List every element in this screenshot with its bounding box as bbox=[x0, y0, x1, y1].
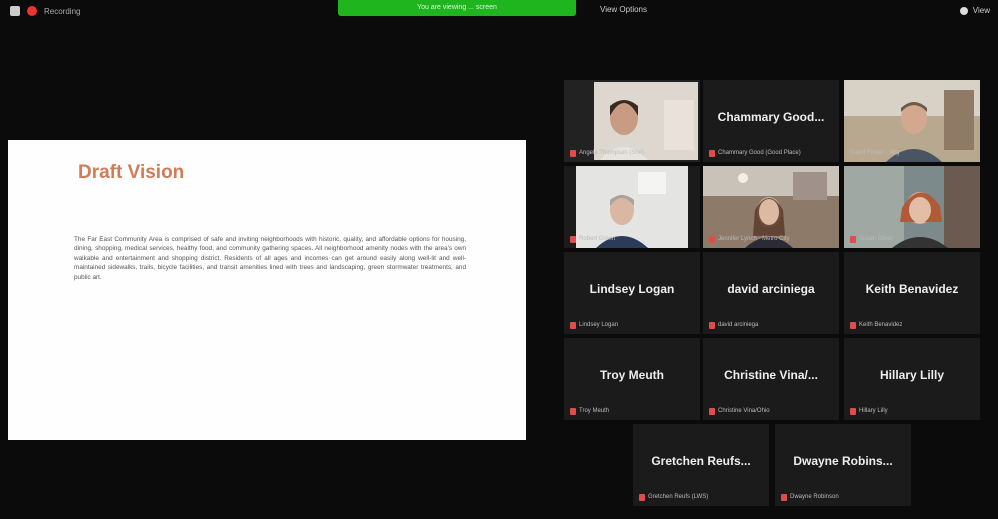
participant-tile[interactable]: Christine Vina/... Christine Vina/Ohio bbox=[703, 338, 839, 420]
recording-label: Recording bbox=[44, 6, 81, 16]
muted-mic-icon bbox=[570, 149, 576, 157]
participant-name: Christine Vina/... bbox=[724, 368, 818, 382]
participant-caption: Jennifer Lynch · Metro City bbox=[709, 234, 789, 244]
participant-tile[interactable]: Susan Oliver bbox=[844, 166, 980, 248]
participant-caption: Robert Green bbox=[570, 234, 615, 244]
participant-tile[interactable]: Keith Benavidez Keith Benavidez bbox=[844, 252, 980, 334]
participant-caption: Susan Oliver bbox=[850, 234, 893, 244]
muted-mic-icon bbox=[850, 321, 856, 329]
participant-tile[interactable]: Robert Green bbox=[564, 166, 700, 248]
screen-share-banner: You are viewing ... screen bbox=[338, 0, 576, 16]
participant-name: Chammary Good... bbox=[717, 110, 825, 124]
muted-mic-icon bbox=[570, 407, 576, 415]
grid-icon bbox=[10, 6, 20, 16]
participant-name: Dwayne Robins... bbox=[793, 454, 893, 468]
participant-caption: Keith Benavidez bbox=[850, 320, 902, 330]
participant-tile[interactable]: david arciniega david arciniega bbox=[703, 252, 839, 334]
muted-mic-icon bbox=[781, 493, 787, 501]
participant-caption: Dwayne Robinson bbox=[781, 492, 839, 502]
record-icon bbox=[27, 6, 37, 16]
slide-title: Draft Vision bbox=[78, 162, 185, 183]
participant-name: david arciniega bbox=[727, 282, 815, 296]
muted-mic-icon bbox=[570, 235, 576, 243]
recording-indicator[interactable]: Recording bbox=[10, 6, 80, 16]
participant-name: Gretchen Reufs... bbox=[651, 454, 751, 468]
participant-name: Troy Meuth bbox=[599, 368, 664, 382]
shared-slide: Draft Vision The Far East Community Area… bbox=[8, 140, 526, 440]
participant-tile[interactable]: Dwayne Robins... Dwayne Robinson bbox=[775, 424, 911, 506]
participant-caption: Hillary Lilly bbox=[850, 406, 888, 416]
muted-mic-icon bbox=[709, 407, 715, 415]
view-options-button[interactable]: View Options bbox=[600, 5, 647, 14]
muted-mic-icon bbox=[709, 149, 715, 157]
participant-caption: Chammary Good (Good Place) bbox=[709, 148, 801, 158]
muted-mic-icon bbox=[850, 235, 856, 243]
participant-caption: david arciniega bbox=[709, 320, 758, 330]
view-icon bbox=[959, 6, 968, 15]
view-label: View bbox=[972, 6, 990, 15]
muted-mic-icon bbox=[850, 407, 856, 415]
participant-tile[interactable]: Chammary Good... Chammary Good (Good Pla… bbox=[703, 80, 839, 162]
muted-mic-icon bbox=[639, 493, 645, 501]
participant-caption: David Foster · Mtg bbox=[850, 150, 900, 156]
participant-tile[interactable]: Troy Meuth Troy Meuth bbox=[564, 338, 700, 420]
participant-tile[interactable]: Gretchen Reufs... Gretchen Reufs (LWS) bbox=[633, 424, 769, 506]
participant-tile[interactable]: Hillary Lilly Hillary Lilly bbox=[844, 338, 980, 420]
muted-mic-icon bbox=[709, 235, 715, 243]
participant-tile-active-speaker[interactable]: David Foster · Mtg bbox=[844, 80, 980, 162]
participant-name: Hillary Lilly bbox=[879, 368, 945, 382]
muted-mic-icon bbox=[709, 321, 715, 329]
participant-name: Keith Benavidez bbox=[865, 282, 959, 296]
slide-body-text: The Far East Community Area is comprised… bbox=[74, 236, 466, 281]
participant-tile[interactable]: Jennifer Lynch · Metro City bbox=[703, 166, 839, 248]
muted-mic-icon bbox=[570, 321, 576, 329]
participant-tile[interactable]: Angela Thompson (She) bbox=[564, 80, 700, 162]
participant-caption: Troy Meuth bbox=[570, 406, 609, 416]
participant-caption: Christine Vina/Ohio bbox=[709, 406, 770, 416]
view-button[interactable]: View bbox=[959, 6, 990, 15]
share-banner-text: You are viewing ... screen bbox=[417, 4, 497, 11]
participant-name: Lindsey Logan bbox=[589, 282, 675, 296]
participant-caption: Gretchen Reufs (LWS) bbox=[639, 492, 708, 502]
participant-caption: Lindsey Logan bbox=[570, 320, 618, 330]
top-bar: Recording You are viewing ... screen Vie… bbox=[0, 0, 998, 26]
participant-caption: Angela Thompson (She) bbox=[570, 148, 644, 158]
participant-tile[interactable]: Lindsey Logan Lindsey Logan bbox=[564, 252, 700, 334]
